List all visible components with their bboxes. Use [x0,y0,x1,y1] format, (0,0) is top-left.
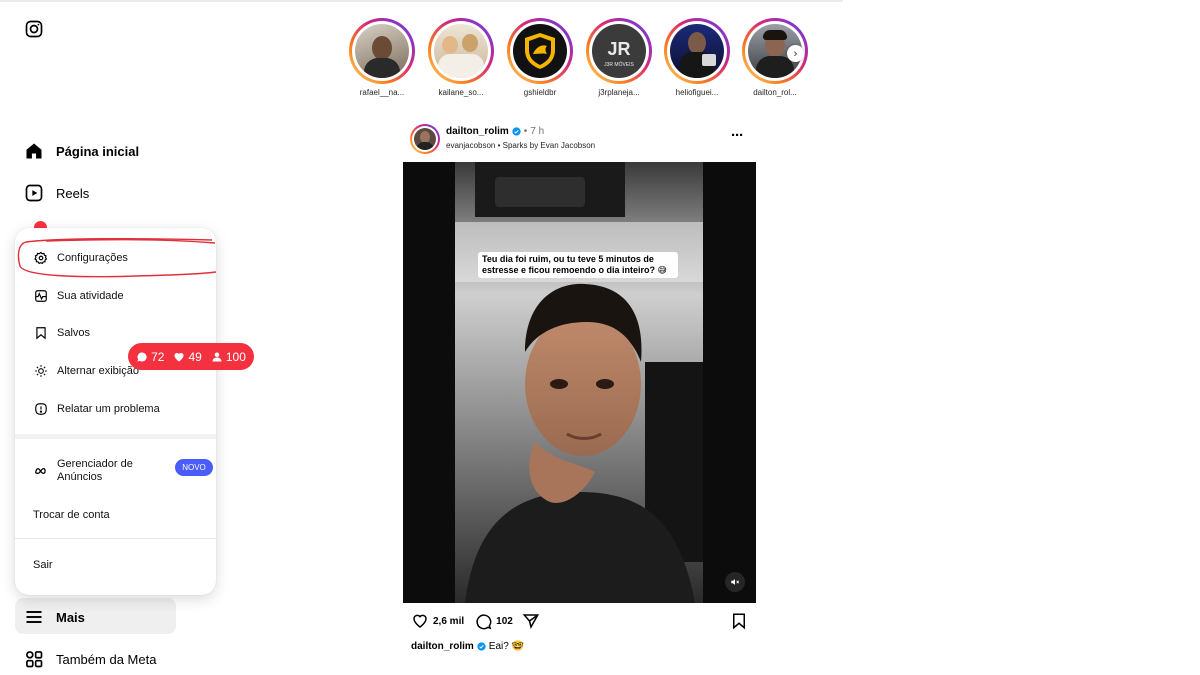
post-actions: 2,6 mil 102 [411,612,540,630]
verified-badge-icon [512,127,521,136]
menu-item-activity-label: Sua atividade [57,290,124,302]
comment-count: 102 [496,615,513,627]
post-separator: • [523,126,528,137]
story-username: heliofiguei... [675,88,719,97]
menu-item-switch-account-label: Trocar de conta [33,509,110,521]
like-count: 49 [173,350,202,364]
story-avatar [513,24,567,78]
like-count: 2,6 mil [433,615,465,627]
menu-divider [15,538,216,539]
caption-text: Eai? 🤓 [488,641,525,652]
menu-item-report-problem-label: Relatar um problema [57,403,160,415]
post-author: dailton_rolim • 7 h [446,126,544,137]
nav-also-meta-label: Também da Meta [56,651,157,667]
grid-icon [26,651,43,668]
send-icon [522,614,539,630]
story-item[interactable]: rafael__na... [349,18,415,97]
menu-item-ads-manager[interactable]: Gerenciador de Anúncios NOVO [15,457,216,485]
menu-item-switch-appearance-label: Alternar exibição [57,365,139,377]
story-item[interactable]: kailane_so... [428,18,494,97]
story-item[interactable]: heliofiguei... [664,18,730,97]
stories-next-button[interactable]: › [787,45,804,62]
svg-text:J3R MÓVEIS: J3R MÓVEIS [604,61,634,68]
nav-also-meta[interactable]: Também da Meta [24,647,156,671]
story-username: rafael__na... [359,88,405,97]
menu-item-saved[interactable]: Salvos [15,325,216,341]
heart-icon [174,352,184,361]
nav-more-label: Mais [56,609,85,625]
menu-item-ads-manager-label: Gerenciador de Anúncios [57,458,133,483]
save-bookmark-icon[interactable] [730,612,748,630]
share-button[interactable] [522,612,540,630]
post-media[interactable]: Teu dia foi ruim, ou tu teve 5 minutos d… [403,162,756,603]
post-author-username[interactable]: dailton_rolim [446,126,509,137]
new-badge: NOVO [175,459,213,476]
sun-icon [35,365,47,377]
top-divider [0,0,843,2]
shield-logo-icon [525,33,555,69]
menu-item-settings[interactable]: Configurações [15,250,216,266]
caption-username[interactable]: dailton_rolim [411,641,474,652]
nav-home[interactable]: Página inicial [24,139,139,163]
person-icon [212,352,222,361]
home-icon [26,143,42,159]
story-username: j3rplaneja... [598,88,640,97]
post-caption: dailton_rolim Eai? 🤓 [411,641,524,652]
speaker-muted-icon [731,579,740,585]
story-avatar [434,24,488,78]
menu-item-settings-label: Configurações [57,252,128,264]
menu-divider [15,434,216,439]
menu-item-logout[interactable]: Sair [15,557,216,573]
menu-item-report-problem[interactable]: Relatar um problema [15,401,216,417]
instagram-icon[interactable] [24,19,44,39]
post-audio[interactable]: evanjacobson • Sparks by Evan Jacobson [446,141,595,150]
nav-home-label: Página inicial [56,143,140,159]
activity-icon [35,290,47,302]
story-avatar [355,24,409,78]
video-overlay-text: Teu dia foi ruim, ou tu teve 5 minutos d… [478,252,678,278]
j3r-logo-icon: JR J3R MÓVEIS [604,39,634,68]
nav-more[interactable]: Mais [24,605,85,629]
mute-button[interactable] [725,572,745,592]
meta-icon [35,468,46,474]
menu-item-logout-label: Sair [33,559,53,571]
bookmark-icon [36,327,46,340]
menu-item-switch-account[interactable]: Trocar de conta [15,507,216,523]
verified-badge-icon [477,642,486,651]
story-item[interactable]: JR J3R MÓVEIS j3rplaneja... [586,18,652,97]
story-item[interactable]: gshieldbr [507,18,573,97]
menu-item-saved-label: Salvos [57,327,91,339]
story-username: dailton_rol... [753,88,797,97]
chevron-right-icon: › [793,47,798,60]
menu-icon [26,611,42,623]
activity-notification-pill[interactable]: 72 49 100 [128,343,254,370]
heart-icon [413,614,427,628]
comment-icon [137,351,147,361]
story-avatar: JR J3R MÓVEIS [592,24,646,78]
more-options-icon[interactable]: ··· [731,128,744,143]
menu-item-activity[interactable]: Sua atividade [15,288,216,304]
like-button[interactable]: 2,6 mil [411,612,464,630]
svg-text:JR: JR [607,39,630,59]
video-frame [455,162,703,603]
settings-icon [34,251,48,265]
reels-icon [25,184,43,202]
nav-reels-label: Reels [56,185,90,201]
story-username: kailane_so... [438,88,484,97]
story-avatar [670,24,724,78]
comment-icon [476,614,492,630]
comment-count: 72 [136,350,164,364]
more-menu: Configurações Sua atividade Salvos Alter… [15,228,216,595]
post-time: 7 h [530,126,545,137]
post-author-avatar[interactable] [410,124,440,154]
follower-count: 100 [211,350,246,364]
reel-video[interactable]: Teu dia foi ruim, ou tu teve 5 minutos d… [455,162,703,603]
comment-button[interactable]: 102 [474,612,513,630]
nav-reels[interactable]: Reels [24,181,89,205]
report-icon [35,403,47,415]
story-username: gshieldbr [523,88,557,97]
